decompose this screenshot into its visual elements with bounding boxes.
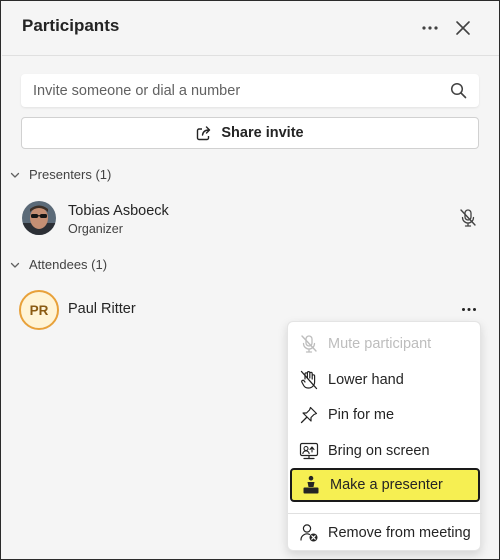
user-photo-icon <box>22 201 56 235</box>
menu-item-label: Remove from meeting <box>328 525 471 541</box>
hand-off-icon <box>298 369 320 391</box>
menu-item-label: Make a presenter <box>330 477 443 493</box>
avatar[interactable]: PR <box>19 290 59 330</box>
menu-item-label: Lower hand <box>328 372 404 388</box>
pin-icon <box>298 404 320 426</box>
search-input[interactable] <box>33 74 433 107</box>
mic-off-icon <box>298 333 320 355</box>
menu-item-bring-on-screen[interactable]: Bring on screen <box>288 434 482 468</box>
presenter-icon <box>300 474 322 496</box>
share-invite-button[interactable]: Share invite <box>21 117 479 149</box>
participant-more-button[interactable] <box>456 298 482 320</box>
attendees-section-header[interactable]: Attendees (1) <box>9 257 107 272</box>
panel-header: Participants <box>2 2 499 55</box>
menu-divider <box>288 513 482 514</box>
search-icon[interactable] <box>450 82 467 99</box>
bring-on-screen-icon <box>298 440 320 462</box>
attendees-header-label: Attendees (1) <box>29 257 108 272</box>
panel-title: Participants <box>22 16 120 35</box>
chevron-down-icon <box>10 172 20 178</box>
menu-item-mute-participant[interactable]: Mute participant <box>288 327 482 361</box>
header-divider <box>2 55 499 56</box>
remove-person-icon <box>298 522 320 544</box>
menu-item-pin-for-me[interactable]: Pin for me <box>288 398 482 432</box>
share-invite-label: Share invite <box>221 125 304 141</box>
menu-item-make-a-presenter[interactable]: Make a presenter <box>290 468 480 502</box>
participant-role: Organizer <box>68 222 123 236</box>
share-icon <box>197 126 211 141</box>
search-box <box>21 74 479 107</box>
mic-off-icon <box>460 209 476 227</box>
menu-item-remove-from-meeting[interactable]: Remove from meeting <box>288 516 482 550</box>
menu-item-label: Bring on screen <box>328 443 430 459</box>
more-horizontal-icon <box>462 307 476 311</box>
participant-name: Paul Ritter <box>68 301 136 317</box>
participants-panel: Participants Share invite Presen <box>0 0 500 560</box>
close-button[interactable] <box>449 14 477 42</box>
close-icon <box>456 21 470 35</box>
menu-item-label: Pin for me <box>328 407 395 423</box>
menu-item-lower-hand[interactable]: Lower hand <box>288 363 482 397</box>
menu-item-label: Mute participant <box>328 336 432 352</box>
more-horizontal-icon <box>422 26 438 30</box>
avatar[interactable] <box>22 201 56 235</box>
participant-name: Tobias Asboeck <box>68 203 169 219</box>
chevron-down-icon <box>10 262 20 268</box>
more-options-button[interactable] <box>416 14 444 42</box>
presenters-section-header[interactable]: Presenters (1) <box>9 167 111 182</box>
participant-context-menu: Mute participant Lower hand Pin for me B… <box>287 321 482 551</box>
presenters-header-label: Presenters (1) <box>29 167 112 182</box>
